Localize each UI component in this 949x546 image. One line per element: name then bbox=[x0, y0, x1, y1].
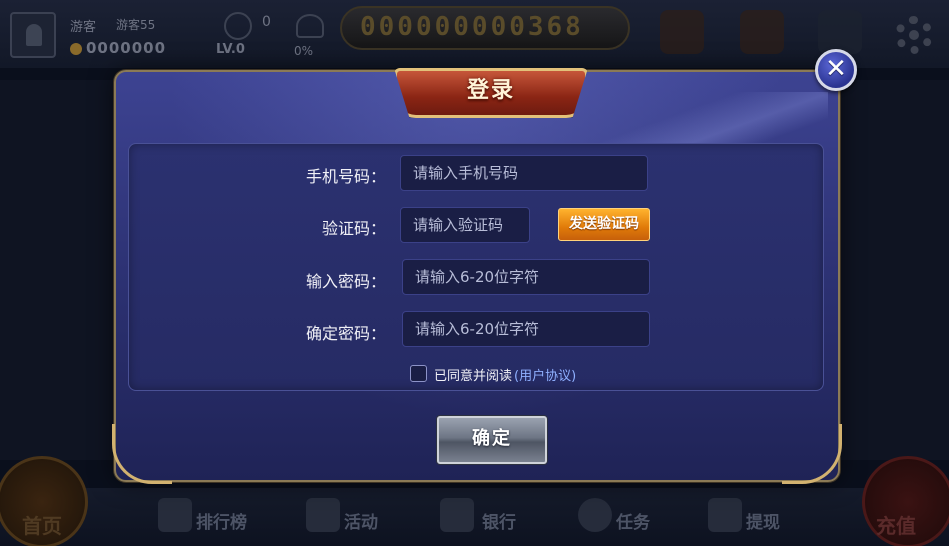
gift-icon bbox=[660, 10, 704, 54]
vip-icon bbox=[224, 12, 252, 40]
nav-withdraw: 提现 bbox=[746, 513, 780, 533]
nav-ranking: 排行榜 bbox=[196, 513, 247, 533]
coin-balance: 0000000 bbox=[86, 39, 167, 57]
recharge-label: 充值 bbox=[876, 514, 916, 538]
coin-icon bbox=[70, 43, 82, 55]
confirm-password-label: 确定密码： bbox=[305, 324, 386, 343]
code-input[interactable] bbox=[400, 207, 530, 243]
phone-input[interactable] bbox=[400, 155, 648, 191]
bottom-bar bbox=[0, 488, 949, 546]
password-input[interactable] bbox=[402, 259, 650, 295]
phone-label: 手机号码： bbox=[305, 167, 386, 186]
close-icon: ✕ bbox=[825, 54, 847, 84]
send-code-button[interactable]: 发送验证码 bbox=[558, 208, 650, 241]
event-icon bbox=[740, 10, 784, 54]
user-agreement-link[interactable]: (用户协议) bbox=[514, 365, 576, 384]
nav-bank: 银行 bbox=[482, 513, 516, 533]
right-panel bbox=[838, 80, 949, 460]
password-label: 输入密码： bbox=[305, 272, 386, 291]
nav-task: 任务 bbox=[616, 513, 650, 533]
code-label: 验证码： bbox=[321, 219, 386, 238]
progress-icon bbox=[296, 14, 324, 38]
left-panel bbox=[0, 80, 115, 460]
task-icon bbox=[578, 498, 612, 532]
corner-ornament-right bbox=[782, 424, 842, 484]
player-id: 游客55 bbox=[116, 18, 156, 32]
avatar bbox=[10, 12, 56, 58]
gear-icon bbox=[895, 16, 933, 54]
vip-value: 0 bbox=[262, 14, 271, 30]
close-button[interactable]: ✕ bbox=[815, 49, 857, 91]
nav-activity: 活动 bbox=[344, 513, 378, 533]
activity-icon bbox=[306, 498, 340, 532]
ranking-icon bbox=[158, 498, 192, 532]
confirm-button[interactable]: 确定 bbox=[437, 416, 547, 464]
corner-ornament-left bbox=[112, 424, 172, 484]
bank-icon bbox=[440, 498, 474, 532]
withdraw-icon bbox=[708, 498, 742, 532]
player-name: 游客 bbox=[70, 20, 97, 35]
player-level: LV.0 bbox=[216, 42, 245, 57]
home-label: 首页 bbox=[22, 514, 62, 538]
agree-checkbox[interactable] bbox=[410, 365, 427, 382]
mail-icon bbox=[818, 10, 862, 54]
dialog-title: 登录 bbox=[466, 78, 515, 103]
jackpot-value: 000000000368 bbox=[360, 12, 584, 42]
agree-text: 已同意并阅读 bbox=[434, 369, 513, 384]
progress-percent: 0% bbox=[294, 44, 314, 58]
confirm-password-input[interactable] bbox=[402, 311, 650, 347]
